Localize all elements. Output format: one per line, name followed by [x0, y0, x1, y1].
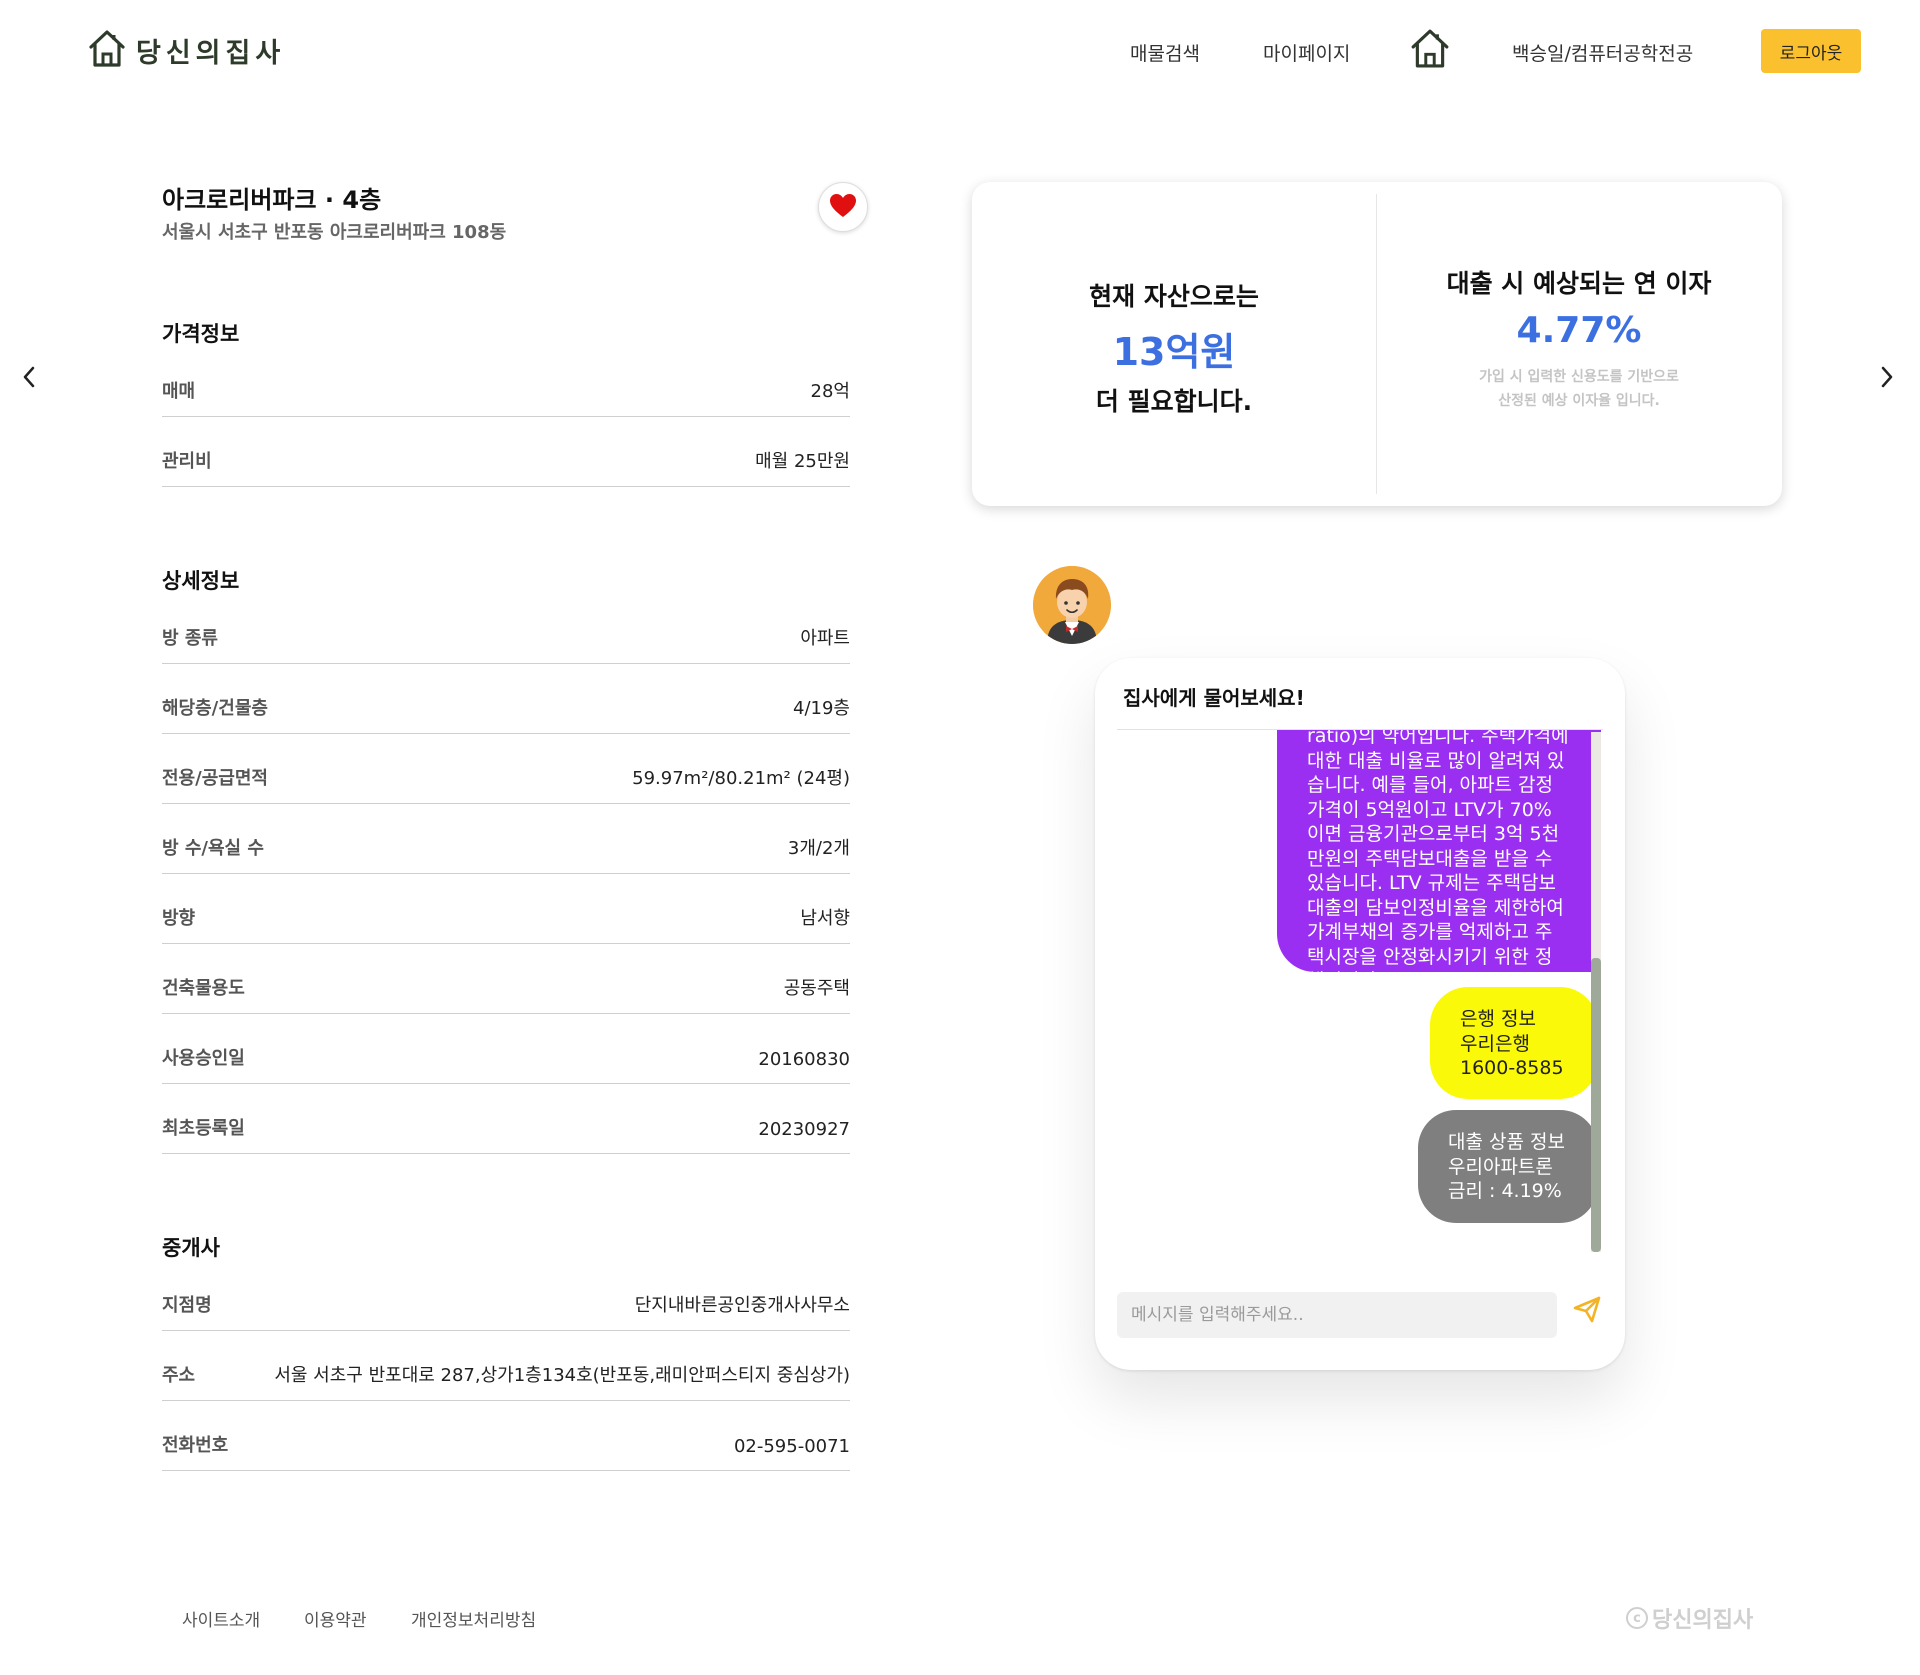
- row-value: 서울 서초구 반포대로 287,상가1층134호(반포동,래미안퍼스티지 중심상…: [274, 1365, 850, 1386]
- row-label: 최초등록일: [162, 1118, 245, 1139]
- message-line: 이면 금융기관으로부터 3억 5천: [1307, 823, 1560, 845]
- message-line: 대출의 담보인정비율을 제한하여: [1307, 896, 1564, 919]
- chat-title: 집사에게 물어보세요!: [1123, 686, 1305, 710]
- agency-row-phone: 전화번호 02-595-0071: [162, 1401, 850, 1471]
- agency-row-address: 주소 서울 서초구 반포대로 287,상가1층134호(반포동,래미안퍼스티지 …: [162, 1331, 850, 1401]
- footer-link-privacy[interactable]: 개인정보처리방침: [411, 1606, 536, 1631]
- message-line: 습니다. 예를 들어, 아파트 감정: [1307, 774, 1553, 796]
- interest-rate-note-1: 가입 시 입력한 신용도를 기반으로: [1479, 369, 1679, 385]
- row-value: 59.97m²/80.21m² (24평): [632, 768, 850, 789]
- property-title: 아크로리버파크 · 4층: [162, 186, 382, 214]
- row-value: 공동주택: [783, 978, 850, 999]
- detail-row-floor: 해당층/건물층 4/19층: [162, 664, 850, 734]
- row-label: 지점명: [162, 1295, 212, 1316]
- row-value: 20230927: [758, 1119, 850, 1140]
- row-value: 단지내바른공인중개사사무소: [634, 1295, 850, 1316]
- row-label: 관리비: [162, 451, 212, 472]
- detail-row-rooms: 방 수/욕실 수 3개/2개: [162, 804, 850, 874]
- row-label: 사용승인일: [162, 1048, 245, 1069]
- interest-rate-value: 4.77%: [1516, 310, 1642, 351]
- favorite-button[interactable]: [818, 182, 868, 232]
- nav-mypage[interactable]: 마이페이지: [1263, 30, 1350, 74]
- chevron-right-icon[interactable]: [1880, 362, 1894, 397]
- message-line: 대출 상품 정보: [1448, 1131, 1565, 1153]
- message-line: 우리아파트론: [1448, 1155, 1553, 1178]
- agency-row-branch: 지점명 단지내바른공인중개사사무소: [162, 1261, 850, 1331]
- message-line: 대한 대출 비율로 많이 알려져 있: [1307, 749, 1565, 772]
- message-line: ratio)의 약어입니다. 주택가격에: [1307, 730, 1569, 747]
- required-asset-suffix: 더 필요합니다.: [1095, 387, 1253, 416]
- message-line: 가격이 5억원이고 LTV가 70%: [1307, 798, 1552, 821]
- message-line: 만원의 주택담보대출을 받을 수: [1307, 847, 1553, 870]
- row-label: 주소: [162, 1365, 196, 1386]
- row-value: 남서향: [800, 908, 850, 929]
- required-asset-label: 현재 자산으로는: [1089, 282, 1259, 311]
- row-value: 3개/2개: [787, 838, 850, 859]
- chevron-left-icon[interactable]: [22, 362, 36, 397]
- message-line: 1600-8585: [1460, 1057, 1564, 1079]
- send-icon: [1572, 1296, 1602, 1327]
- row-label: 전화번호: [162, 1435, 229, 1456]
- copyright: c 당신의집사: [1626, 1602, 1753, 1634]
- asset-interest-card: 현재 자산으로는 13억원 더 필요합니다. 대출 시 예상되는 연 이자 4.…: [972, 182, 1782, 506]
- chat-message-loan-product: 대출 상품 정보 우리아파트론 금리 : 4.19%: [1418, 1110, 1598, 1223]
- row-label: 전용/공급면적: [162, 768, 268, 789]
- send-button[interactable]: [1567, 1290, 1607, 1330]
- site-logo[interactable]: 당신의집사: [88, 28, 285, 72]
- row-label: 건축물용도: [162, 978, 245, 999]
- agency-title: 중개사: [162, 1236, 220, 1260]
- butler-avatar-icon: [1033, 566, 1111, 644]
- nav-user-name[interactable]: 백승일/컴퓨터공학전공: [1512, 30, 1693, 74]
- message-line: 금리 : 4.19%: [1448, 1180, 1562, 1202]
- message-line: 가계부채의 증가를 억제하고 주: [1307, 921, 1553, 943]
- row-value: 4/19층: [793, 698, 850, 719]
- heart-icon: [830, 193, 856, 221]
- row-label: 매매: [162, 381, 196, 402]
- chat-message-bot: ratio)의 약어입니다. 주택가격에 대한 대출 비율로 많이 알려져 있 …: [1277, 730, 1601, 992]
- required-asset-amount: 13억원: [1112, 330, 1236, 374]
- detail-row-registration-date: 최초등록일 20230927: [162, 1084, 850, 1154]
- row-value: 매월 25만원: [755, 451, 850, 472]
- property-address: 서울시 서초구 반포동 아크로리버파크 108동: [162, 222, 507, 243]
- row-label: 해당층/건물층: [162, 698, 268, 719]
- row-value: 28억: [810, 381, 850, 402]
- house-logo-icon: [88, 28, 126, 72]
- row-label: 방향: [162, 908, 196, 929]
- message-line: 있습니다. LTV 규제는 주택담보: [1307, 872, 1557, 894]
- row-value: 아파트: [800, 628, 850, 649]
- detail-row-area: 전용/공급면적 59.97m²/80.21m² (24평): [162, 734, 850, 804]
- price-info-title: 가격정보: [162, 322, 240, 346]
- message-line: 우리은행: [1460, 1032, 1530, 1055]
- message-input[interactable]: [1117, 1292, 1557, 1338]
- message-line: 택시장을 안정화시키기 위한 정: [1307, 945, 1553, 968]
- message-line: 은행 정보: [1460, 1008, 1536, 1030]
- home-icon[interactable]: [1410, 26, 1450, 70]
- detail-row-room-type: 방 종류 아파트: [162, 594, 850, 664]
- nav-property-search[interactable]: 매물검색: [1130, 30, 1200, 74]
- interest-rate-title: 대출 시 예상되는 연 이자: [1446, 269, 1712, 298]
- detail-row-building-use: 건축물용도 공동주택: [162, 944, 850, 1014]
- detail-info-title: 상세정보: [162, 569, 240, 593]
- footer-link-about[interactable]: 사이트소개: [182, 1606, 260, 1631]
- chat-window: 집사에게 물어보세요! ratio)의 약어입니다. 주택가격에 대한 대출 비…: [1095, 658, 1625, 1370]
- footer-link-terms[interactable]: 이용약관: [304, 1606, 367, 1631]
- logout-button[interactable]: 로그아웃: [1761, 29, 1861, 73]
- row-label: 방 수/욕실 수: [162, 838, 264, 859]
- detail-row-direction: 방향 남서향: [162, 874, 850, 944]
- chat-scrollbar-thumb[interactable]: [1591, 958, 1601, 1252]
- detail-row-approval-date: 사용승인일 20160830: [162, 1014, 850, 1084]
- row-label: 방 종류: [162, 628, 218, 649]
- price-row-sale: 매매 28억: [162, 347, 850, 417]
- row-value: 20160830: [758, 1049, 850, 1070]
- copyright-text: 당신의집사: [1652, 1608, 1754, 1633]
- required-asset-panel: 현재 자산으로는 13억원 더 필요합니다.: [972, 277, 1376, 418]
- logo-text: 당신의집사: [136, 37, 286, 69]
- interest-rate-note-2: 산정된 예상 이자율 입니다.: [1498, 393, 1660, 409]
- chat-message-bank-info: 은행 정보 우리은행 1600-8585: [1430, 987, 1598, 1099]
- interest-rate-panel: 대출 시 예상되는 연 이자 4.77% 가입 시 입력한 신용도를 기반으로 …: [1376, 264, 1782, 413]
- price-row-maintenance: 관리비 매월 25만원: [162, 417, 850, 487]
- row-value: 02-595-0071: [733, 1436, 850, 1457]
- copyright-icon: c: [1626, 1607, 1648, 1629]
- chat-messages[interactable]: ratio)의 약어입니다. 주택가격에 대한 대출 비율로 많이 알려져 있 …: [1117, 730, 1603, 1252]
